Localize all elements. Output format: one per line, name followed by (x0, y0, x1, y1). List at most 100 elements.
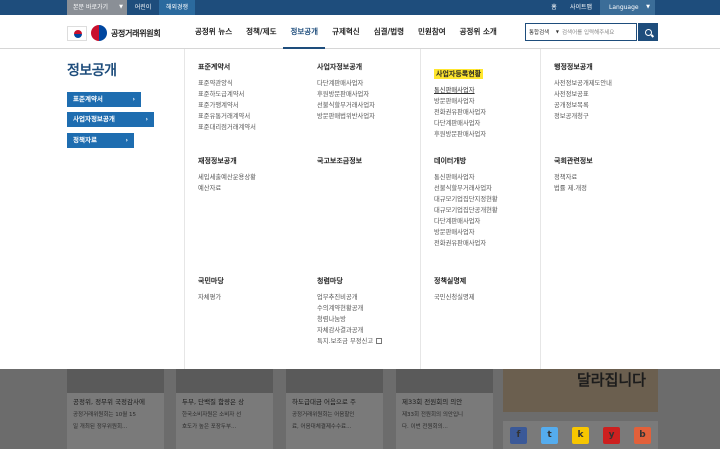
group-heading[interactable]: 행정정보공개 (554, 62, 612, 72)
menu-link-hovered[interactable]: 통신판매사업자 (434, 85, 486, 96)
menu-link[interactable]: 후원방문판매사업자 (317, 89, 375, 100)
nav-news[interactable]: 공정위 뉴스 (188, 15, 239, 49)
group-heading[interactable]: 청렴마당 (317, 276, 382, 286)
menu-link[interactable]: 방문판매사업자 (434, 96, 486, 107)
menu-link[interactable]: 수의계약현황공개 (317, 303, 382, 314)
group-integrity-yard: 청렴마당 업무추진비공개 수의계약현황공개 청렴나눔방 자체감사결과공개 특지.… (317, 276, 383, 347)
menu-link[interactable]: 표준대리점거래계약서 (198, 122, 256, 133)
menu-link[interactable]: 대규모기업집단지정현황 (434, 194, 498, 205)
search-input[interactable]: 검색어를 입력해주세요 (560, 28, 636, 36)
menu-link[interactable]: 방문판매법위반사업자 (317, 111, 375, 122)
menu-link[interactable]: 표준유통거래계약서 (198, 111, 256, 122)
group-heading[interactable]: 데이터개방 (434, 156, 498, 166)
youtube-icon[interactable]: y (603, 426, 620, 444)
twitter-icon[interactable]: t (541, 426, 558, 444)
nav-civil-participation[interactable]: 민원참여 (411, 15, 453, 49)
news-card[interactable]: 제33회 전원회의 의안 제33회 전원회의 의안입니 다. 이번 전원회의..… (396, 369, 493, 449)
menu-link[interactable]: 선불식할부거래사업자 (434, 183, 498, 194)
menu-link[interactable]: 자체감사결과공개 (317, 325, 382, 336)
menu-link[interactable]: 전화권유판매사업자 (434, 238, 498, 249)
menu-link-label: 특지.보조금 부정신고 (317, 338, 374, 345)
side-button-label: 사업자정보공개 (73, 115, 115, 123)
menu-link[interactable]: 대규모기업집단공개현황 (434, 205, 498, 216)
group-heading-highlighted[interactable]: 사업자등록현황 (434, 69, 484, 79)
menu-link[interactable]: 다단계판매사업자 (434, 216, 498, 227)
search-scope-label: 통합검색 (529, 30, 550, 36)
search-button[interactable] (638, 23, 658, 41)
menu-link[interactable]: 사전정보공개제도안내 (554, 78, 612, 89)
search-scope-select[interactable]: 통합검색 ▼ (526, 28, 560, 36)
side-button-policy-data[interactable]: 정책자료 › (67, 133, 134, 148)
group-heading[interactable]: 국고보조금정보 (317, 156, 362, 166)
menu-link[interactable]: 표준약관양식 (198, 78, 256, 89)
menu-link[interactable]: 통신판매사업자 (434, 172, 498, 183)
group-heading[interactable]: 국회관련정보 (554, 156, 593, 166)
facebook-icon[interactable]: f (510, 426, 527, 444)
menu-link[interactable]: 정책자료 (554, 172, 593, 183)
skip-to-content-button[interactable]: 본문 바로가기 ▼ (67, 0, 127, 15)
menu-link[interactable]: 공개정보목록 (554, 100, 612, 111)
menu-link-external[interactable]: 특지.보조금 부정신고 (317, 336, 383, 347)
side-button-label: 정책자료 (73, 136, 97, 144)
news-card[interactable]: 두부, 단백질 함량은 상 한국소비자원은 소비자 선 호도가 높은 포장두부.… (176, 369, 273, 449)
side-button-business-info[interactable]: 사업자정보공개 › (67, 112, 154, 127)
news-desc: 공정거래위원회는 어음할인 (292, 412, 355, 418)
news-thumbnail (67, 369, 164, 393)
group-finance-info: 재정정보공개 세입세출예산운용상황 예산자료 (198, 156, 256, 194)
news-thumbnail (396, 369, 493, 393)
menu-link[interactable]: 사전정보공표 (554, 89, 612, 100)
menu-link[interactable]: 방문판매사업자 (434, 227, 498, 238)
news-thumbnail (176, 369, 273, 393)
news-title: 두부, 단백질 함량은 상 (182, 398, 245, 406)
government-emblem-icon (91, 25, 107, 41)
news-card[interactable]: 하도급대금 어음으로 주 공정거래위원회는 어음할인 료, 어음대체결제수수료.… (286, 369, 383, 449)
skip-label: 본문 바로가기 (73, 4, 109, 11)
group-heading[interactable]: 재정정보공개 (198, 156, 256, 166)
sitemap-link[interactable]: 사이트맵 (564, 0, 598, 15)
nav-regulation[interactable]: 규제혁신 (325, 15, 367, 49)
language-label: Language (609, 4, 639, 11)
site-header: 공정거래위원회 공정위 뉴스 정책/제도 정보공개 규제혁신 심결/법령 민원참… (0, 15, 720, 49)
menu-link[interactable]: 자체평가 (198, 292, 224, 303)
main-nav: 공정위 뉴스 정책/제도 정보공개 규제혁신 심결/법령 민원참여 공정위 소개 (188, 15, 504, 49)
news-card[interactable]: 공정위, 정무위 국정감사에 공정거래위원회는 10월 15 일 개최된 정무위… (67, 369, 164, 449)
group-heading[interactable]: 정책실명제 (434, 276, 475, 286)
menu-link[interactable]: 다단계판매사업자 (317, 78, 375, 89)
menu-link[interactable]: 다단계판매사업자 (434, 118, 486, 129)
menu-link[interactable]: 세입세출예산운용상황 (198, 172, 256, 183)
side-button-standard-contracts[interactable]: 표준계약서 › (67, 92, 141, 107)
search-box: 통합검색 ▼ 검색어를 입력해주세요 (525, 23, 637, 41)
group-standard-contracts: 표준계약서 표준약관양식 표준하도급계약서 표준가맹계약서 표준유통거래계약서 … (198, 62, 256, 133)
nav-policy[interactable]: 정책/제도 (239, 15, 283, 49)
menu-link[interactable]: 정보공개청구 (554, 111, 612, 122)
site-logo[interactable]: 공정거래위원회 (67, 24, 161, 42)
nav-decisions-laws[interactable]: 심결/법령 (367, 15, 411, 49)
menu-link[interactable]: 선불식할부거래사업자 (317, 100, 375, 111)
nav-about[interactable]: 공정위 소개 (453, 15, 504, 49)
menu-link[interactable]: 업무추진비공개 (317, 292, 382, 303)
home-link[interactable]: 홈 (546, 0, 562, 15)
overseas-link[interactable]: 해외경쟁 (159, 0, 195, 15)
kakao-icon[interactable]: k (572, 426, 589, 444)
menu-link[interactable]: 예산자료 (198, 183, 256, 194)
menu-link[interactable]: 청렴나눔방 (317, 314, 382, 325)
utility-bar: 본문 바로가기 ▼ 어린이 해외경쟁 홈 사이트맵 Language ▼ (0, 0, 720, 15)
menu-link[interactable]: 국민신청실명제 (434, 292, 475, 303)
group-citizen-yard: 국민마당 자체평가 (198, 276, 224, 303)
kids-link[interactable]: 어린이 (129, 0, 157, 15)
menu-link[interactable]: 표준하도급계약서 (198, 89, 256, 100)
menu-link[interactable]: 전화권유판매사업자 (434, 107, 486, 118)
chevron-down-icon: ▼ (646, 4, 650, 10)
promo-banner[interactable]: 달라집니다 (503, 369, 658, 412)
language-select[interactable]: Language ▼ (600, 0, 655, 15)
nav-info-disclosure[interactable]: 정보공개 (283, 15, 326, 49)
menu-link[interactable]: 법률 제.개정 (554, 183, 593, 194)
blog-icon[interactable]: b (634, 426, 651, 444)
group-heading[interactable]: 국민마당 (198, 276, 224, 286)
news-desc: 호도가 높은 포장두부... (182, 424, 237, 430)
group-heading[interactable]: 사업자정보공개 (317, 62, 375, 72)
menu-link[interactable]: 후원방문판매사업자 (434, 129, 486, 140)
menu-link[interactable]: 표준가맹계약서 (198, 100, 256, 111)
sns-links: f t k y b (503, 421, 658, 449)
group-heading[interactable]: 표준계약서 (198, 62, 256, 72)
